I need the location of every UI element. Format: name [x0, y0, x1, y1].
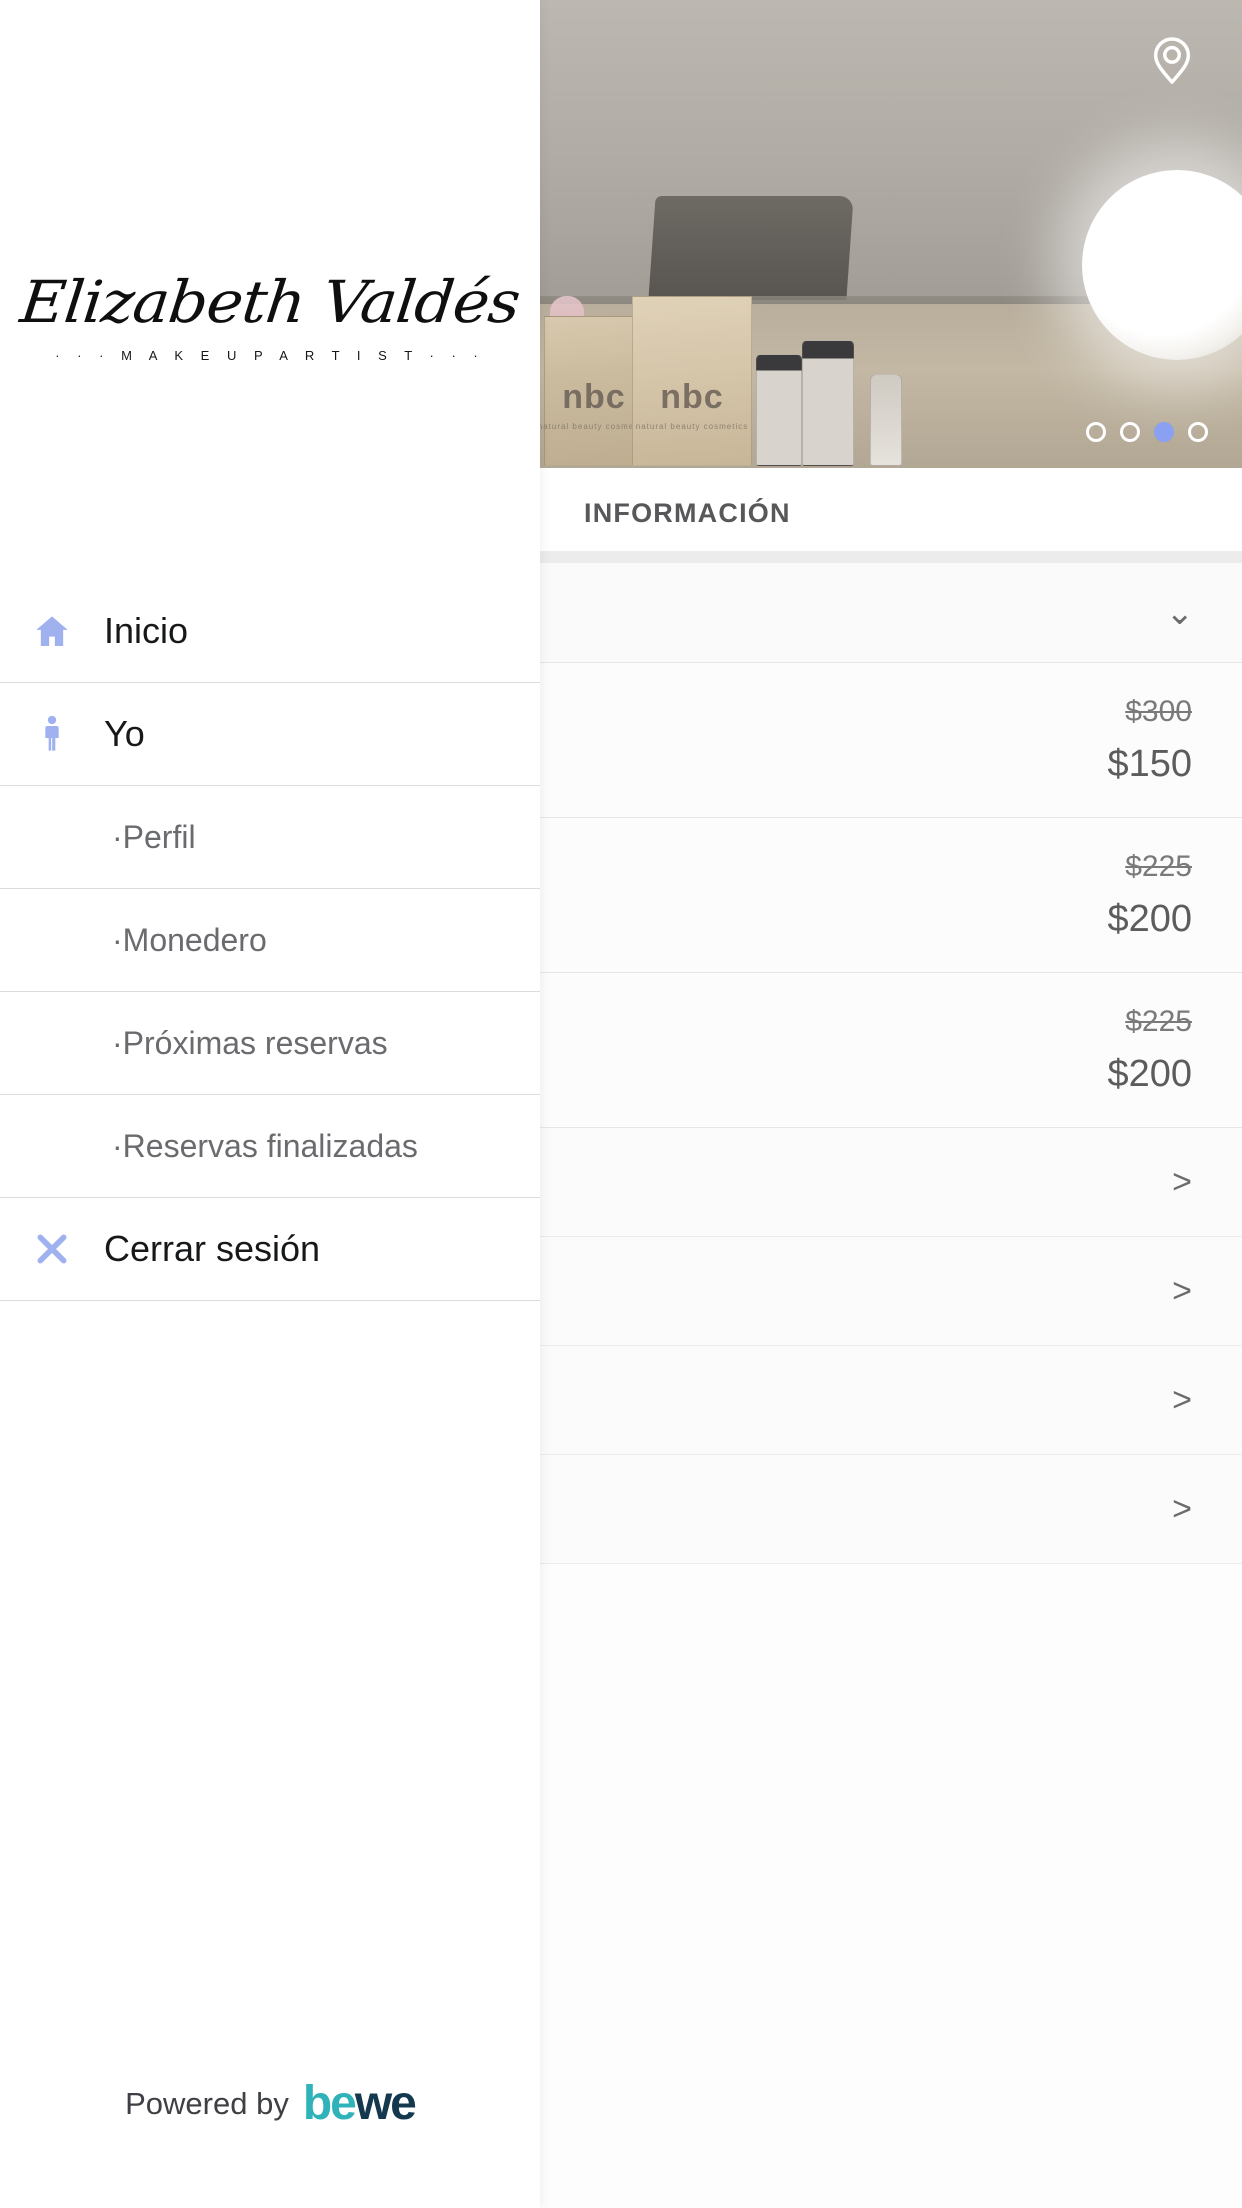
- carousel-dot-3[interactable]: [1154, 422, 1174, 442]
- sidebar-item-label: Inicio: [104, 610, 189, 651]
- sidebar-item-label: ·Monedero: [112, 921, 267, 958]
- sidebar-item-label: Yo: [104, 713, 145, 754]
- brand-logo-tagline: · · · M A K E U P A R T I S T · · ·: [55, 348, 485, 363]
- hero-product-box-2: nbc natural beauty cosmetics: [632, 296, 752, 466]
- bewe-logo-part-1: be: [302, 2077, 357, 2130]
- section-title-informacion: INFORMACIÓN: [540, 468, 1242, 551]
- sidebar-item-label: ·Reservas finalizadas: [112, 1127, 418, 1164]
- price-row[interactable]: $225 $200: [540, 818, 1242, 973]
- hero-bottle-2: [802, 340, 854, 466]
- hero-box-1-label: nbc: [562, 378, 626, 416]
- price-original: $225: [1125, 1004, 1192, 1038]
- hero-bottle-3: [870, 374, 902, 466]
- chevron-right-icon[interactable]: >: [1172, 1274, 1192, 1308]
- hero-image-carousel[interactable]: nbc natural beauty cosmetics nbc natural…: [540, 0, 1242, 468]
- carousel-dot-4[interactable]: [1188, 422, 1208, 442]
- price-current: $150: [1107, 742, 1192, 785]
- hero-product-box-1: nbc natural beauty cosmetics: [540, 316, 649, 466]
- hero-box-2-sublabel: natural beauty cosmetics: [635, 422, 749, 431]
- sidebar-item-monedero[interactable]: ·Monedero: [0, 889, 540, 992]
- navigable-row[interactable]: >: [540, 1346, 1242, 1455]
- price-row[interactable]: $225 $200: [540, 973, 1242, 1128]
- price-original: $300: [1125, 694, 1192, 728]
- sidebar-item-inicio[interactable]: Inicio: [0, 580, 540, 683]
- navigable-row[interactable]: >: [540, 1237, 1242, 1346]
- powered-by-footer[interactable]: Powered by bewe: [0, 2080, 540, 2128]
- chevron-right-icon[interactable]: >: [1172, 1165, 1192, 1199]
- navigation-drawer: Elizabeth Valdés · · · M A K E U P A R T…: [0, 0, 540, 2208]
- location-pin-icon[interactable]: [1144, 32, 1200, 88]
- sidebar-item-yo[interactable]: Yo: [0, 683, 540, 786]
- price-original: $225: [1125, 849, 1192, 883]
- sidebar-item-cerrar-sesion[interactable]: Cerrar sesión: [0, 1198, 540, 1301]
- carousel-dots[interactable]: [1086, 422, 1208, 442]
- sidebar-item-reservas-finalizadas[interactable]: ·Reservas finalizadas: [0, 1095, 540, 1198]
- brand-logo-script: Elizabeth Valdés: [17, 268, 523, 336]
- chevron-down-icon[interactable]: ⌄: [1166, 596, 1195, 630]
- sidebar-item-label: Cerrar sesión: [104, 1228, 321, 1269]
- hero-dark-object: [648, 196, 854, 300]
- person-icon: [0, 714, 104, 754]
- sidebar-item-proximas-reservas[interactable]: ·Próximas reservas: [0, 992, 540, 1095]
- price-current: $200: [1107, 897, 1192, 940]
- sidebar-item-perfil[interactable]: ·Perfil: [0, 786, 540, 889]
- chevron-right-icon[interactable]: >: [1172, 1492, 1192, 1526]
- app-root: nbc natural beauty cosmetics nbc natural…: [0, 0, 1242, 2208]
- powered-by-label: Powered by: [125, 2086, 289, 2121]
- bewe-logo-part-2: we: [354, 2077, 417, 2130]
- carousel-dot-2[interactable]: [1120, 422, 1140, 442]
- bewe-logo: bewe: [302, 2077, 417, 2130]
- price-current: $200: [1107, 1052, 1192, 1095]
- price-row[interactable]: $300 $150: [540, 663, 1242, 818]
- sidebar-item-label: ·Próximas reservas: [112, 1024, 388, 1061]
- content-page: nbc natural beauty cosmetics nbc natural…: [540, 0, 1242, 2208]
- navigable-row[interactable]: >: [540, 1455, 1242, 1564]
- section-divider: [540, 551, 1242, 563]
- carousel-dot-1[interactable]: [1086, 422, 1106, 442]
- navigable-row[interactable]: >: [540, 1128, 1242, 1237]
- chevron-right-icon[interactable]: >: [1172, 1383, 1192, 1417]
- hero-bottle-1: [756, 354, 802, 466]
- close-x-icon: [0, 1229, 104, 1269]
- home-icon: [0, 611, 104, 651]
- hero-box-2-label: nbc: [660, 378, 724, 416]
- sidebar-item-label: ·Perfil: [112, 818, 196, 855]
- brand-logo: Elizabeth Valdés · · · M A K E U P A R T…: [0, 268, 540, 363]
- collapsible-row[interactable]: ⌄: [540, 563, 1242, 663]
- drawer-menu: Inicio Yo ·Perfil ·Monedero ·Próximas re…: [0, 580, 540, 1301]
